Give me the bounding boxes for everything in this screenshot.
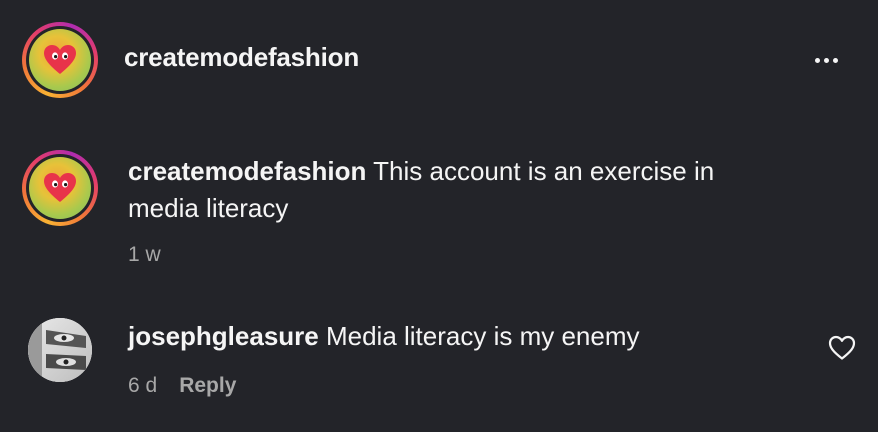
caption-avatar[interactable] <box>22 150 98 226</box>
header-avatar[interactable] <box>22 22 98 98</box>
comment-timestamp: 6 d <box>128 374 158 397</box>
heart-outline-icon <box>828 335 856 360</box>
comment-body: Media literacy is my enemy <box>318 321 640 351</box>
comment-text: josephgleasure Media literacy is my enem… <box>128 318 818 355</box>
more-dot <box>832 57 838 63</box>
header-username[interactable]: createmodefashion <box>124 42 359 73</box>
caption-meta: 1 w <box>128 243 161 267</box>
heart-face-icon <box>44 173 76 202</box>
more-dot <box>823 57 829 63</box>
caption-body: This account is an exercise in <box>366 156 715 186</box>
avatar-photo <box>28 318 92 382</box>
caption-username[interactable]: createmodefashion <box>128 156 366 186</box>
caption-body-line2: media literacy <box>128 193 289 223</box>
reply-button[interactable]: Reply <box>179 374 236 397</box>
commenter-avatar[interactable] <box>28 318 92 382</box>
heart-face-icon <box>44 45 76 74</box>
comment-meta: 6 d Reply <box>128 374 236 398</box>
more-horizontal-icon <box>814 57 820 63</box>
post-comments-panel: createmodefashion createmodefashion This… <box>0 0 878 432</box>
caption-timestamp: 1 w <box>128 243 161 266</box>
comment-username[interactable]: josephgleasure <box>128 321 319 351</box>
more-options-button[interactable] <box>806 50 846 70</box>
like-comment-button[interactable] <box>828 335 856 361</box>
caption-text: createmodefashion This account is an exe… <box>128 153 828 227</box>
